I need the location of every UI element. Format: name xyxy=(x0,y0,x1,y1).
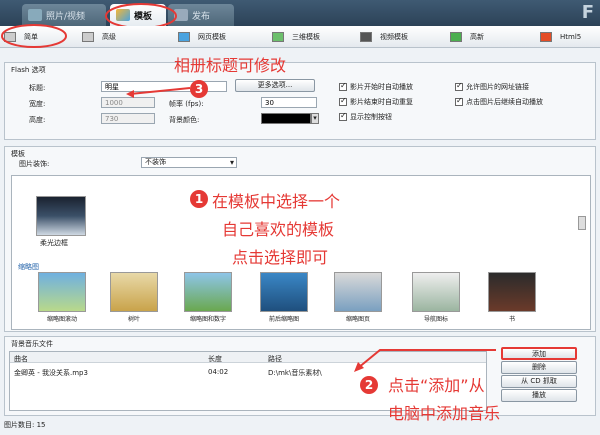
subtab-3d[interactable]: 三维模板 xyxy=(272,30,320,44)
thumb-label: 前后缩略图 xyxy=(268,316,299,323)
template-thumb[interactable] xyxy=(488,272,536,312)
col-length-header: 长度 xyxy=(208,355,222,363)
decoration-select[interactable]: 不装饰 xyxy=(141,157,237,168)
annotation-add-music-line2: 电脑中添加音乐 xyxy=(388,404,501,423)
subtab-label: 视频模板 xyxy=(380,33,408,41)
checkbox-label: 影片开始时自动播放 xyxy=(350,83,413,91)
camera-icon xyxy=(82,32,94,42)
subtab-html5[interactable]: Html5 xyxy=(540,30,581,44)
app-logo: F xyxy=(581,2,594,23)
annotation-title-editable: 相册标题可修改 xyxy=(174,56,287,75)
fps-label: 帧率 (fps): xyxy=(169,100,204,108)
gallery-scrollbar[interactable] xyxy=(578,216,586,230)
thumb-label: 书 xyxy=(508,316,515,323)
subtab-new[interactable]: 高新 xyxy=(450,30,484,44)
tab-photos-label: 照片/视频 xyxy=(46,11,86,22)
fps-input[interactable] xyxy=(261,97,317,108)
template-thumb[interactable] xyxy=(334,272,382,312)
flash-options-panel: Flash 选项 标题: 宽度: 高度: 帧率 (fps): 背景颜色: ▾ 更… xyxy=(4,62,596,140)
annotation-arrow-3 xyxy=(126,87,191,98)
add-music-button[interactable]: 添加 xyxy=(501,347,577,360)
checkbox-label: 点击图片后继续自动播放 xyxy=(466,98,543,106)
template-thumb[interactable] xyxy=(260,272,308,312)
template-section-title: 模板 xyxy=(11,150,25,158)
annotation-number-3: 3 xyxy=(190,80,208,98)
continue-play-checkbox[interactable]: 点击图片后继续自动播放 xyxy=(455,96,543,107)
height-label: 高度: xyxy=(29,116,46,124)
bgcolor-label: 背景颜色: xyxy=(169,116,200,124)
checkbox-label: 显示控制按钮 xyxy=(350,113,392,121)
template-thumb[interactable] xyxy=(412,272,460,312)
photos-icon xyxy=(28,9,42,21)
col-name-header: 曲名 xyxy=(14,355,28,363)
thumbs-heading: 缩略图 xyxy=(18,263,39,271)
flash-section-title: Flash 选项 xyxy=(11,66,46,74)
more-options-button[interactable]: 更多选项... xyxy=(235,79,315,92)
play-music-button[interactable]: 播放 xyxy=(501,389,577,402)
video-icon xyxy=(360,32,372,42)
music-row-name[interactable]: 金卿英 - 我没关系.mp3 xyxy=(14,368,88,378)
checkbox-box xyxy=(455,81,463,91)
width-input[interactable] xyxy=(101,97,155,108)
template-thumb[interactable] xyxy=(38,272,86,312)
music-row-path: D:\mk\音乐素材\ xyxy=(268,369,322,377)
web-icon xyxy=(178,32,190,42)
checkbox-label: 允许图片的网址链接 xyxy=(466,83,529,91)
status-photo-count: 图片数目: 15 xyxy=(4,421,46,429)
3d-icon xyxy=(272,32,284,42)
subtab-video[interactable]: 视频模板 xyxy=(360,30,408,44)
checkbox-box xyxy=(339,81,347,91)
thumb-label: 缩略图页 xyxy=(345,316,370,323)
col-path-header: 路径 xyxy=(268,355,282,363)
height-input[interactable] xyxy=(101,113,155,124)
music-row-length: 04:02 xyxy=(208,368,229,376)
subtab-label: 三维模板 xyxy=(292,33,320,41)
template-type-bar: 简单 高级 网页模板 三维模板 视频模板 高新 Html5 xyxy=(0,26,600,48)
annotation-choose-template-line3: 点击选择即可 xyxy=(232,248,329,267)
thumb-label: 缩略图和数字 xyxy=(189,316,226,323)
template-selected-label: 柔光边框 xyxy=(40,239,68,247)
annotation-choose-template-line1: 在模板中选择一个 xyxy=(212,192,341,211)
title-label: 标题: xyxy=(29,84,46,92)
bgcolor-dropdown-icon[interactable]: ▾ xyxy=(311,113,319,124)
subtab-label: 网页模板 xyxy=(198,33,226,41)
subtab-label: 高新 xyxy=(470,33,484,41)
subtab-web[interactable]: 网页模板 xyxy=(178,30,226,44)
repeat-checkbox[interactable]: 影片结束时自动重复 xyxy=(339,96,413,107)
annotation-number-1: 1 xyxy=(190,190,208,208)
link-checkbox[interactable]: 允许图片的网址链接 xyxy=(455,81,529,92)
bgcolor-swatch[interactable] xyxy=(261,113,311,124)
rip-cd-button[interactable]: 从 CD 抓取 xyxy=(501,375,577,388)
html5-icon xyxy=(540,32,552,42)
music-panel: 背景音乐文件 曲名 长度 路径 金卿英 - 我没关系.mp3 04:02 D:\… xyxy=(4,336,596,416)
subtab-label: Html5 xyxy=(560,33,582,41)
music-section-title: 背景音乐文件 xyxy=(11,340,53,348)
checkbox-box xyxy=(455,96,463,106)
top-tab-bar: 照片/视频 模板 发布 F xyxy=(0,0,600,26)
annotation-ellipse-simple xyxy=(1,24,67,48)
delete-music-button[interactable]: 删除 xyxy=(501,361,577,374)
subtab-advanced[interactable]: 高级 xyxy=(82,30,116,44)
annotation-number-2: 2 xyxy=(360,376,378,394)
thumb-label: 树叶 xyxy=(127,316,140,323)
subtab-label: 高级 xyxy=(102,33,116,41)
autoplay-checkbox[interactable]: 影片开始时自动播放 xyxy=(339,81,413,92)
template-thumb[interactable] xyxy=(110,272,158,312)
thumb-label: 导航图标 xyxy=(423,316,448,323)
annotation-choose-template-line2: 自己喜欢的模板 xyxy=(222,220,335,239)
width-label: 宽度: xyxy=(29,100,46,108)
template-thumb[interactable] xyxy=(184,272,232,312)
template-thumb-selected[interactable] xyxy=(36,196,86,236)
thumb-label: 缩略图滚动 xyxy=(46,316,77,323)
controls-checkbox[interactable]: 显示控制按钮 xyxy=(339,111,392,122)
decoration-label: 图片装饰: xyxy=(19,160,50,168)
checkbox-label: 影片结束时自动重复 xyxy=(350,98,413,106)
checkbox-box xyxy=(339,96,347,106)
checkbox-box xyxy=(339,111,347,121)
annotation-add-music-line1: 点击“添加”从 xyxy=(388,376,485,395)
new-icon xyxy=(450,32,462,42)
tab-publish-label: 发布 xyxy=(192,11,211,22)
